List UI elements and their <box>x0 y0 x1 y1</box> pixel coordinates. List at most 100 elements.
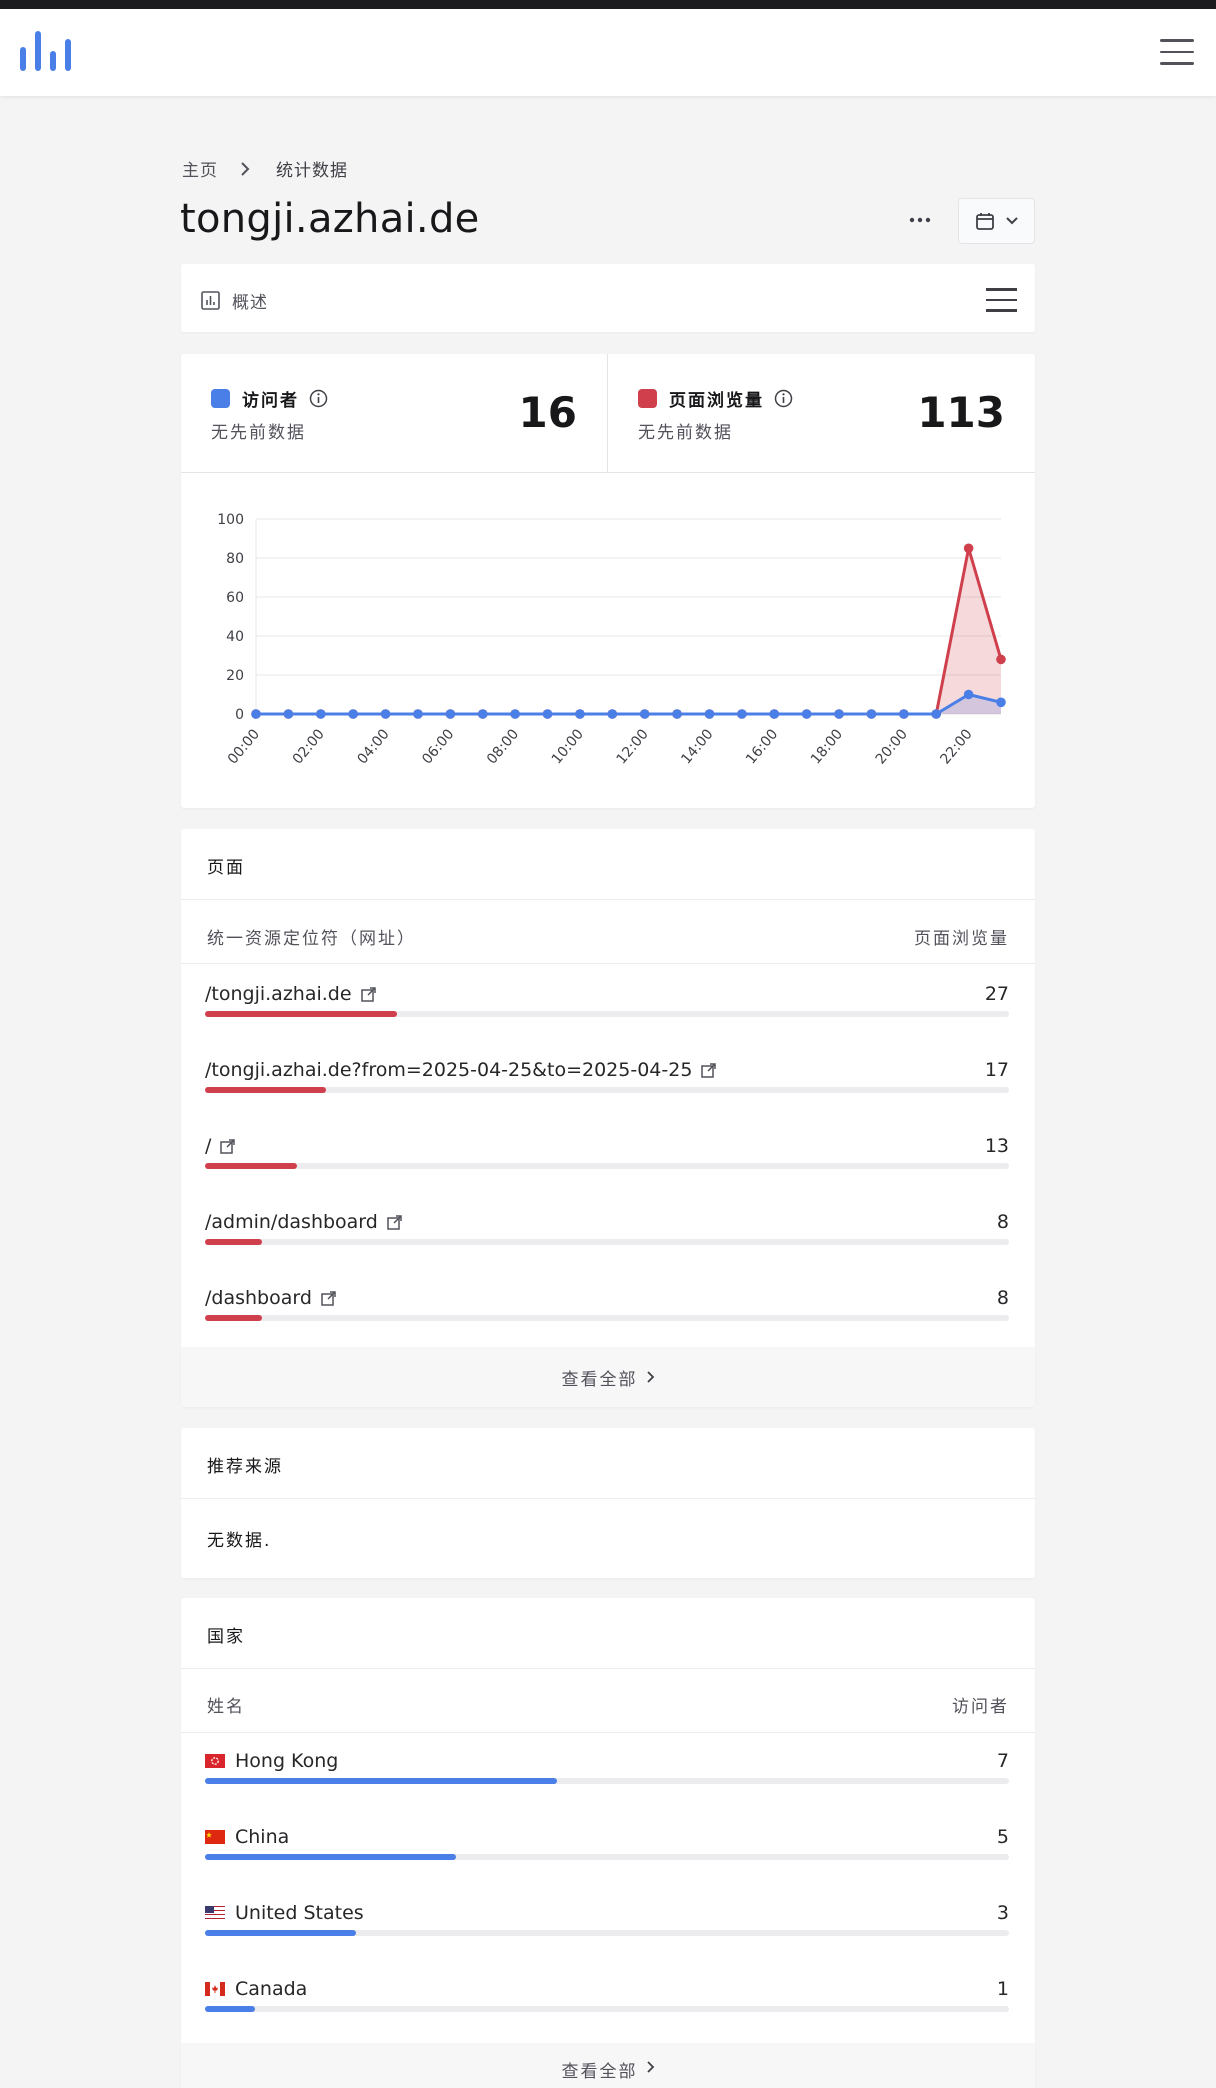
progress-track <box>205 1239 1009 1245</box>
progress-fill <box>205 1854 457 1860</box>
top-bar <box>0 0 1216 96</box>
date-range-button[interactable] <box>958 198 1035 244</box>
list-item[interactable]: China 5 <box>205 1826 1009 1902</box>
page-title: tongji.azhai.de <box>180 196 480 242</box>
x-tick-label: 10:00 <box>549 726 587 767</box>
external-link-icon[interactable] <box>220 1138 236 1154</box>
list-item[interactable]: / 13 <box>205 1135 1009 1211</box>
divider <box>181 1732 1035 1733</box>
list-item-value: 3 <box>996 1902 1009 1924</box>
list-item-text: Canada <box>235 1978 308 2000</box>
x-tick-label: 08:00 <box>484 726 522 767</box>
list-item-text: /dashboard <box>205 1287 312 1309</box>
data-point <box>510 709 520 719</box>
external-link-icon[interactable] <box>387 1214 402 1230</box>
referrers-empty: 无数据. <box>207 1531 272 1551</box>
pages-col-views: 页面浏览量 <box>914 929 1009 949</box>
data-point <box>996 654 1006 665</box>
list-item-value: 8 <box>996 1211 1009 1233</box>
overview-tab-bar: 概述 <box>181 264 1035 332</box>
list-item[interactable]: /tongji.azhai.de 27 <box>205 983 1009 1059</box>
chevron-right-icon <box>646 1371 654 1383</box>
list-item[interactable]: /tongji.azhai.de?from=2025-04-25&to=2025… <box>205 1059 1009 1135</box>
menu-line <box>1160 39 1194 42</box>
list-item-label: /admin/dashboard <box>205 1211 402 1233</box>
flag-cn-icon <box>205 1830 225 1844</box>
data-point <box>672 709 682 719</box>
pageviews-label-row: 页面浏览量 <box>638 386 793 411</box>
countries-col-visitors: 访问者 <box>952 1697 1009 1717</box>
visitors-stat[interactable]: 访问者 无先前数据 16 <box>181 354 608 472</box>
y-tick-label: 100 <box>217 512 244 528</box>
list-item-value: 5 <box>996 1826 1009 1848</box>
progress-track <box>205 1087 1009 1093</box>
y-tick-label: 60 <box>226 590 244 606</box>
list-item[interactable]: /admin/dashboard 8 <box>205 1211 1009 1287</box>
more-options-button[interactable] <box>900 204 940 236</box>
countries-title: 国家 <box>207 1627 245 1647</box>
list-item-label: Canada <box>205 1978 307 2000</box>
progress-fill <box>205 1778 557 1784</box>
countries-view-all-button[interactable]: 查看全部 <box>181 2043 1035 2088</box>
countries-col-name: 姓名 <box>207 1697 245 1717</box>
list-item-value: 17 <box>984 1059 1009 1081</box>
menu-line <box>986 298 1017 301</box>
chevron-right-icon <box>241 161 250 176</box>
list-item[interactable]: United States 3 <box>205 1902 1009 1978</box>
x-tick-label: 12:00 <box>614 726 652 767</box>
info-icon[interactable] <box>309 389 328 408</box>
progress-fill <box>205 1163 298 1169</box>
series-area <box>256 694 1001 714</box>
view-all-label: 查看全部 <box>561 1369 638 1390</box>
pages-view-all-button[interactable]: 查看全部 <box>181 1347 1035 1407</box>
pageviews-legend-swatch <box>638 389 657 408</box>
progress-fill <box>205 1239 262 1245</box>
tab-overview-label: 概述 <box>232 293 268 313</box>
list-item-label: /tongji.azhai.de?from=2025-04-25&to=2025… <box>205 1059 717 1081</box>
x-tick-label: 00:00 <box>225 726 263 767</box>
list-item-value: 27 <box>984 983 1009 1005</box>
list-item-value: 7 <box>996 1750 1009 1772</box>
progress-track <box>205 2006 1009 2012</box>
progress-track <box>205 1163 1009 1169</box>
flag-ca-icon <box>205 1982 225 1996</box>
menu-line <box>1160 50 1194 53</box>
progress-track <box>205 1011 1009 1017</box>
x-tick-label: 18:00 <box>808 726 846 767</box>
external-link-icon[interactable] <box>701 1062 717 1078</box>
data-point <box>899 709 909 719</box>
menu-line <box>986 309 1017 312</box>
list-item[interactable]: Hong Kong 7 <box>205 1750 1009 1826</box>
external-link-icon[interactable] <box>360 986 376 1002</box>
list-item-text: / <box>205 1135 212 1157</box>
visitors-sub: 无先前数据 <box>211 423 306 443</box>
progress-track <box>205 1778 1009 1784</box>
data-point <box>866 709 877 719</box>
data-point <box>380 709 391 719</box>
x-tick-label: 16:00 <box>743 726 781 767</box>
breadcrumb-home[interactable]: 主页 <box>182 156 218 181</box>
pageviews-count: 113 <box>917 388 1005 437</box>
tab-overview[interactable]: 概述 <box>201 288 268 313</box>
chevron-down-icon <box>1005 217 1018 225</box>
breadcrumb-current: 统计数据 <box>276 161 348 181</box>
list-item-label: /tongji.azhai.de <box>205 983 376 1005</box>
main-menu-button[interactable] <box>1160 39 1194 69</box>
info-icon[interactable] <box>774 389 793 408</box>
external-link-icon[interactable] <box>321 1290 336 1306</box>
pageviews-label: 页面浏览量 <box>669 391 764 411</box>
pages-title: 页面 <box>207 858 245 878</box>
referrers-title: 推荐来源 <box>207 1457 283 1477</box>
data-point <box>315 709 326 719</box>
view-all-label: 查看全部 <box>561 2062 638 2082</box>
progress-fill <box>205 1930 356 1936</box>
tabs-menu-button[interactable] <box>986 288 1017 312</box>
data-point <box>413 709 423 719</box>
x-tick-label: 02:00 <box>290 726 328 767</box>
logo-bar-chart-icon[interactable] <box>20 29 72 81</box>
pages-card: 页面 统一资源定位符（网址） 页面浏览量 /tongji.azhai.de 27/… <box>181 829 1035 1407</box>
series-line <box>256 546 1003 716</box>
pageviews-stat[interactable]: 页面浏览量 无先前数据 113 <box>608 354 1035 472</box>
data-point <box>704 709 715 719</box>
list-item-value: 8 <box>996 1287 1009 1309</box>
